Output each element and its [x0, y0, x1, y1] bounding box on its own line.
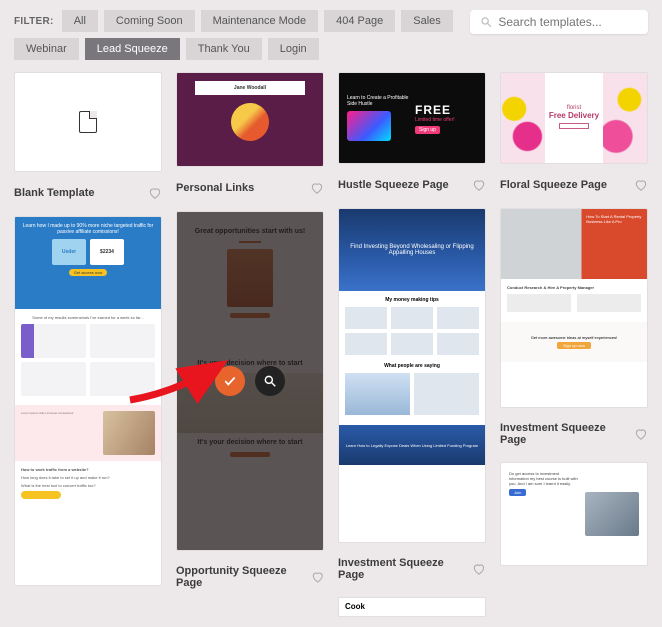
preview-image [347, 111, 391, 141]
preview-button: Join [509, 489, 526, 496]
filter-bar: FILTER: All Coming Soon Maintenance Mode… [14, 10, 454, 60]
preview-text: Learn to Create a Profitable Side Hustle [347, 95, 409, 107]
filter-thank-you[interactable]: Thank You [186, 38, 262, 60]
preview-heading: My money making tips [345, 297, 479, 303]
template-grid: Blank Template Learn how I made up to 90… [14, 72, 648, 617]
heart-icon[interactable] [472, 178, 486, 192]
heart-icon[interactable] [311, 570, 324, 584]
preview-image [501, 72, 545, 164]
template-title: Opportunity Squeeze Page [176, 565, 311, 589]
search-icon [480, 15, 492, 29]
preview-image [103, 411, 155, 455]
template-title: Personal Links [176, 182, 254, 194]
preview-template-button[interactable] [255, 366, 285, 396]
search-box[interactable] [470, 10, 648, 34]
preview-image [585, 492, 639, 536]
template-blank[interactable] [14, 72, 162, 172]
avatar [231, 103, 269, 141]
preview-text: Do get access to investment information … [509, 471, 579, 486]
filter-coming-soon[interactable]: Coming Soon [104, 10, 195, 32]
template-title: Hustle Squeeze Page [338, 179, 449, 191]
template-investment-3[interactable]: Do get access to investment information … [500, 462, 648, 566]
preview-button: Get access now [69, 269, 107, 276]
filter-all[interactable]: All [62, 10, 98, 32]
template-hustle[interactable]: Learn to Create a Profitable Side Hustle… [338, 72, 486, 164]
preview-hero: Find Investing Beyond Wholesaling or Fli… [339, 209, 485, 291]
preview-button: Sign up now [557, 342, 591, 349]
preview-text: Limited time offer! [415, 117, 477, 123]
search-input[interactable] [498, 15, 638, 29]
template-marketing[interactable]: Learn how I made up to 90% more niche ta… [14, 216, 162, 586]
template-cook[interactable]: Cook [338, 597, 486, 617]
preview-text: Some of my results screenshots I've earn… [21, 315, 155, 320]
preview-heading: Cook [345, 602, 479, 611]
template-investment[interactable]: Find Investing Beyond Wholesaling or Fli… [338, 208, 486, 543]
preview-text: Learn how I made up to 90% more niche ta… [21, 223, 155, 235]
filter-webinar[interactable]: Webinar [14, 38, 79, 60]
preview-heading: Free Delivery [549, 111, 599, 120]
preview-text: Lorem ipsum dolor sit amet consectetur [21, 411, 97, 455]
check-icon [223, 374, 237, 388]
preview-text: Get more awesome ideas at myself experie… [531, 335, 617, 340]
heart-icon[interactable] [310, 181, 324, 195]
filter-maintenance[interactable]: Maintenance Mode [201, 10, 319, 32]
preview-button: Sign up [415, 126, 440, 134]
preview-name: Jane Woodall [195, 81, 306, 95]
template-title: Investment Squeeze Page [338, 557, 472, 581]
preview-sub: florist [567, 105, 581, 111]
filter-404[interactable]: 404 Page [324, 10, 395, 32]
heart-icon[interactable] [148, 186, 162, 200]
preview-button [21, 491, 61, 499]
file-icon [79, 111, 97, 133]
template-title: Floral Squeeze Page [500, 179, 607, 191]
preview-heading: What people are saying [345, 363, 479, 369]
preview-footer: Learn How to Legally Expose Deals When U… [339, 425, 485, 465]
select-template-button[interactable] [215, 366, 245, 396]
heart-icon[interactable] [634, 427, 648, 441]
template-title: Investment Squeeze Page [500, 422, 634, 446]
preview-heading: How To Start A Rental Property Business … [581, 209, 647, 279]
filter-lead-squeeze[interactable]: Lead Squeeze [85, 38, 180, 60]
template-personal-links[interactable]: Jane Woodall [176, 72, 324, 167]
template-floral[interactable]: florist Free Delivery [500, 72, 648, 164]
filter-label: FILTER: [14, 16, 54, 27]
template-opportunity[interactable]: Great opportunities start with us! It's … [176, 211, 324, 551]
preview-stat: Usder [52, 239, 86, 265]
preview-stat: $2234 [90, 239, 124, 265]
template-title: Blank Template [14, 187, 95, 199]
filter-sales[interactable]: Sales [401, 10, 453, 32]
heart-icon[interactable] [472, 562, 486, 576]
filter-login[interactable]: Login [268, 38, 319, 60]
template-investment-2[interactable]: How To Start A Rental Property Business … [500, 208, 648, 408]
heart-icon[interactable] [634, 178, 648, 192]
preview-text: Conduct Research & Hire A Property Manag… [507, 285, 641, 290]
preview-image [603, 72, 647, 164]
magnify-icon [263, 374, 277, 388]
preview-heading: FREE [415, 103, 477, 117]
